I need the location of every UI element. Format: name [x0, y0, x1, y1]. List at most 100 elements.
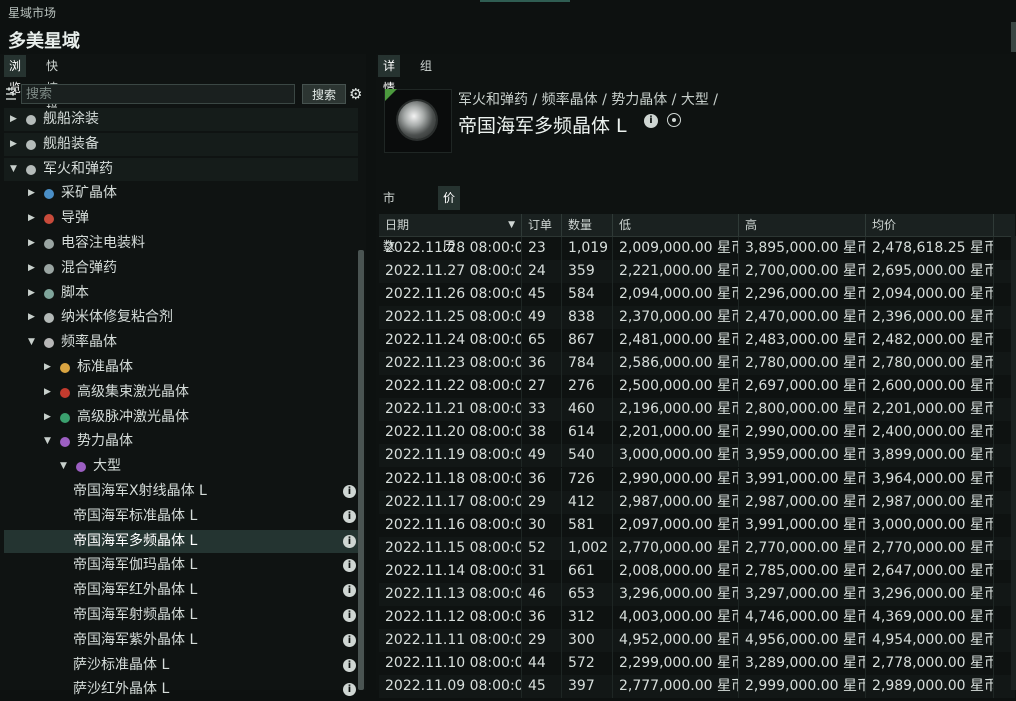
cell-date: 2022.11.22 08:00:00: [379, 375, 522, 399]
market-item[interactable]: 帝国海军紫外晶体 L i: [4, 629, 358, 652]
chevron-down-icon[interactable]: ▼: [28, 331, 35, 354]
faction-crystal-icon: [60, 437, 70, 448]
tree-group[interactable]: ▼ 频率晶体: [4, 331, 358, 354]
table-row[interactable]: 2022.11.09 08:00:00 45 397 2,777,000.00 星币 2…: [379, 674, 1015, 698]
cell-low: 2,370,000.00 星币: [613, 306, 739, 330]
tree-group[interactable]: ▼ 大型: [4, 455, 358, 478]
table-scrollbar[interactable]: [1011, 236, 1016, 690]
cell-orders: 38: [522, 421, 562, 445]
cell-orders: 29: [522, 628, 562, 652]
script-icon: [44, 288, 54, 299]
market-item[interactable]: 帝国海军标准晶体 L i: [4, 505, 358, 528]
info-icon[interactable]: i: [343, 658, 356, 672]
tree-group[interactable]: ▶ 舰船涂装: [4, 108, 358, 131]
tree-group[interactable]: ▶ 混合弹药: [4, 257, 358, 280]
tree-group[interactable]: ▶ 高级集束激光晶体: [4, 381, 358, 404]
table-row[interactable]: 2022.11.25 08:00:00 49 838 2,370,000.00 星币 2…: [379, 306, 1015, 330]
chevron-down-icon[interactable]: ▼: [60, 455, 67, 478]
chevron-right-icon[interactable]: ▶: [10, 133, 17, 156]
tree-group[interactable]: ▶ 纳米体修复粘合剂: [4, 306, 358, 329]
panel-resize-handle[interactable]: [1011, 22, 1016, 52]
chevron-right-icon[interactable]: ▶: [44, 381, 51, 404]
gear-icon[interactable]: ⚙: [349, 85, 362, 103]
tree-label: 军火和弹药: [43, 160, 113, 177]
chevron-right-icon[interactable]: ▶: [44, 406, 51, 429]
search-button[interactable]: 搜索: [302, 84, 346, 104]
table-row[interactable]: 2022.11.10 08:00:00 44 572 2,299,000.00 星币 3…: [379, 651, 1015, 675]
tab-browse[interactable]: 浏览: [4, 55, 27, 95]
info-icon[interactable]: i: [644, 114, 658, 128]
tree-group[interactable]: ▶ 脚本: [4, 282, 358, 305]
info-icon[interactable]: i: [343, 609, 356, 622]
table-row[interactable]: 2022.11.15 08:00:00 52 1,002 2,770,000.00 星…: [379, 536, 1015, 560]
market-item[interactable]: 帝国海军射频晶体 L i: [4, 604, 358, 627]
table-row[interactable]: 2022.11.16 08:00:00 30 581 2,097,000.00 星币 3…: [379, 513, 1015, 537]
tab-price-history[interactable]: 价格历史: [438, 186, 461, 277]
table-row[interactable]: 2022.11.18 08:00:00 36 726 2,990,000.00 星币 3…: [379, 467, 1015, 491]
market-item[interactable]: 帝国海军红外晶体 L i: [4, 579, 358, 602]
market-item[interactable]: 帝国海军伽玛晶体 L i: [4, 554, 358, 577]
table-row[interactable]: 2022.11.19 08:00:00 49 540 3,000,000.00 星币 3…: [379, 444, 1015, 468]
tab-details[interactable]: 详情: [378, 55, 401, 95]
cell-low: 2,201,000.00 星币: [613, 421, 739, 445]
table-row[interactable]: 2022.11.22 08:00:00 27 276 2,500,000.00 星币 2…: [379, 375, 1015, 399]
column-header-quantity[interactable]: 数量: [562, 214, 613, 236]
filter-icon[interactable]: [5, 87, 17, 101]
table-row[interactable]: 2022.11.11 08:00:00 29 300 4,952,000.00 星币 4…: [379, 628, 1015, 652]
column-header-high[interactable]: 高: [739, 214, 866, 236]
search-input[interactable]: [21, 84, 295, 104]
tree-group[interactable]: ▶ 导弹: [4, 207, 358, 230]
chevron-right-icon[interactable]: ▶: [28, 232, 35, 255]
chevron-right-icon[interactable]: ▶: [28, 306, 35, 329]
info-icon[interactable]: i: [343, 633, 356, 647]
chevron-right-icon[interactable]: ▶: [10, 108, 17, 131]
table-row[interactable]: 2022.11.13 08:00:00 46 653 3,296,000.00 星币 3…: [379, 582, 1015, 606]
table-row[interactable]: 2022.11.12 08:00:00 36 312 4,003,000.00 星币 4…: [379, 605, 1015, 629]
info-icon[interactable]: i: [343, 584, 356, 598]
column-header-orders[interactable]: 订单: [522, 214, 562, 236]
chevron-right-icon[interactable]: ▶: [28, 282, 35, 305]
column-header-average[interactable]: 均价: [866, 214, 994, 236]
target-icon[interactable]: [667, 113, 681, 127]
column-header-low[interactable]: 低: [613, 214, 739, 236]
info-icon[interactable]: i: [343, 485, 356, 498]
breadcrumb[interactable]: 军火和弹药 / 频率晶体 / 势力晶体 / 大型 /: [458, 89, 718, 109]
info-icon[interactable]: i: [343, 509, 356, 523]
cell-average: 3,964,000.00 星币: [866, 467, 994, 491]
chevron-down-icon[interactable]: ▼: [10, 158, 17, 181]
table-row[interactable]: 2022.11.17 08:00:00 29 412 2,987,000.00 星币 2…: [379, 490, 1015, 514]
chevron-right-icon[interactable]: ▶: [28, 207, 35, 230]
table-row[interactable]: 2022.11.26 08:00:00 45 584 2,094,000.00 星币 2…: [379, 283, 1015, 307]
market-item[interactable]: 萨沙标准晶体 L i: [4, 654, 358, 677]
table-row[interactable]: 2022.11.28 08:00:00 23 1,019 2,009,000.00 星…: [379, 237, 1015, 260]
tree-scrollbar[interactable]: [358, 250, 364, 690]
chevron-down-icon[interactable]: ▼: [44, 430, 51, 453]
tree-group[interactable]: ▼ 军火和弹药: [4, 157, 358, 181]
table-row[interactable]: 2022.11.21 08:00:00 33 460 2,196,000.00 星币 2…: [379, 398, 1015, 422]
info-icon[interactable]: i: [343, 534, 356, 548]
table-row[interactable]: 2022.11.27 08:00:00 24 359 2,221,000.00 星币 2…: [379, 260, 1015, 284]
cell-orders: 52: [522, 536, 562, 560]
table-row[interactable]: 2022.11.23 08:00:00 36 784 2,586,000.00 星币 2…: [379, 352, 1015, 376]
chevron-right-icon[interactable]: ▶: [28, 182, 35, 205]
tree-group[interactable]: ▶ 高级脉冲激光晶体: [4, 406, 358, 429]
market-item[interactable]: 帝国海军多频晶体 L i: [4, 529, 358, 553]
tree-group[interactable]: ▶ 采矿晶体: [4, 182, 358, 205]
cell-high: 4,956,000.00 星币: [739, 628, 866, 652]
tab-group[interactable]: 组: [415, 55, 437, 77]
table-row[interactable]: 2022.11.24 08:00:00 65 867 2,481,000.00 星币 2…: [379, 329, 1015, 353]
tree-group[interactable]: ▶ 标准晶体: [4, 356, 358, 379]
tab-market-data[interactable]: 市场数据: [378, 186, 400, 277]
cell-low: 2,987,000.00 星币: [613, 490, 739, 514]
tab-quickbar[interactable]: 快捷栏: [41, 55, 63, 117]
info-icon[interactable]: i: [343, 559, 356, 573]
chevron-right-icon[interactable]: ▶: [28, 257, 35, 280]
tree-group[interactable]: ▶ 舰船装备: [4, 132, 358, 156]
tree-group[interactable]: ▼ 势力晶体: [4, 430, 358, 453]
table-row[interactable]: 2022.11.20 08:00:00 38 614 2,201,000.00 星币 2…: [379, 421, 1015, 445]
tree-group[interactable]: ▶ 电容注电装料: [4, 232, 358, 255]
market-item[interactable]: 帝国海军X射线晶体 L i: [4, 480, 358, 503]
column-header-date[interactable]: 日期 ▼: [379, 214, 522, 236]
chevron-right-icon[interactable]: ▶: [44, 356, 51, 379]
table-row[interactable]: 2022.11.14 08:00:00 31 661 2,008,000.00 星币 2…: [379, 559, 1015, 583]
